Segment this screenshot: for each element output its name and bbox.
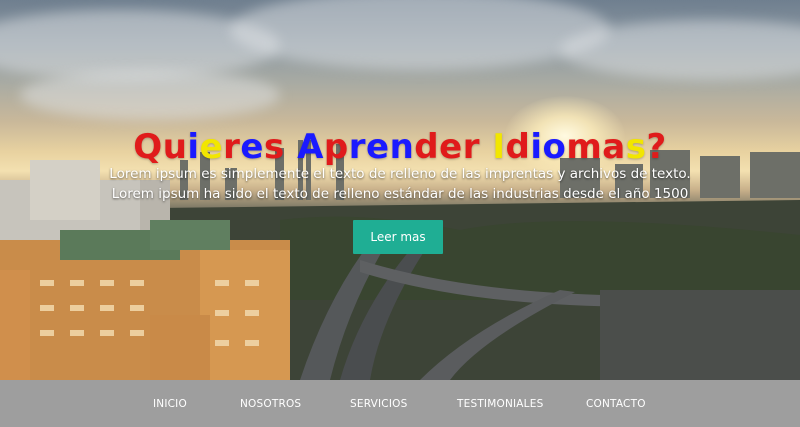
hero-title-letter: r (462, 126, 480, 167)
hero-title-letter: d (414, 126, 440, 167)
hero-title-letter: I (492, 126, 506, 167)
hero-title-letter (285, 127, 297, 167)
bottom-navbar: INICIO NOSOTROS SERVICIOS TESTIMONIALES … (0, 380, 800, 427)
nav-link-inicio[interactable]: INICIO (153, 398, 187, 410)
hero-title-letter (480, 127, 492, 167)
nav-link-servicios[interactable]: SERVICIOS (350, 398, 407, 410)
hero-lead-line-2: Lorem ipsum ha sido el texto de relleno … (111, 186, 689, 202)
nav-link-nosotros[interactable]: NOSOTROS (240, 398, 301, 410)
hero-title-letter: e (199, 126, 224, 167)
hero-title-letter: e (439, 126, 463, 167)
hero-title-letter: ? (646, 126, 667, 167)
hero-title-letter: r (348, 126, 367, 167)
hero-title-letter: r (223, 126, 241, 167)
hero-title-letter: n (389, 126, 415, 167)
nav-item-testimoniales: TESTIMONIALES (457, 380, 543, 427)
nav-link-contacto[interactable]: CONTACTO (586, 398, 646, 410)
hero-banner: Quieres Aprender Idiomas? Lorem ipsum es… (0, 0, 800, 380)
hero-title-letter: p (323, 126, 349, 167)
hero-title: Quieres Aprender Idiomas? (0, 127, 800, 167)
nav-link-testimoniales[interactable]: TESTIMONIALES (457, 398, 543, 410)
hero-title-letter: e (240, 126, 264, 167)
hero-title-letter: i (530, 126, 543, 167)
hero-title-letter: i (187, 126, 200, 167)
hero-title-letter: s (625, 126, 647, 167)
page: Quieres Aprender Idiomas? Lorem ipsum es… (0, 0, 800, 427)
hero-title-letter: A (297, 126, 324, 167)
hero-lead-line-1: Lorem ipsum es simplemente el texto de r… (109, 166, 691, 182)
hero-lead: Lorem ipsum es simplemente el texto de r… (60, 164, 740, 204)
hero-title-letter: s (263, 126, 285, 167)
hero-title-letter: Q (133, 126, 163, 167)
nav-list: INICIO NOSOTROS SERVICIOS TESTIMONIALES … (0, 380, 800, 427)
hero-content: Quieres Aprender Idiomas? Lorem ipsum es… (0, 0, 800, 380)
hero-title-letter: a (602, 126, 626, 167)
read-more-button[interactable]: Leer mas (353, 220, 443, 254)
hero-title-letter: e (366, 126, 390, 167)
hero-title-letter: d (505, 126, 531, 167)
hero-title-letter: o (542, 126, 567, 167)
nav-item-inicio: INICIO (153, 380, 187, 427)
hero-title-letter: u (162, 126, 188, 167)
nav-item-servicios: SERVICIOS (350, 380, 407, 427)
nav-item-contacto: CONTACTO (586, 380, 646, 427)
hero-title-letter: m (566, 126, 603, 167)
nav-item-nosotros: NOSOTROS (240, 380, 301, 427)
